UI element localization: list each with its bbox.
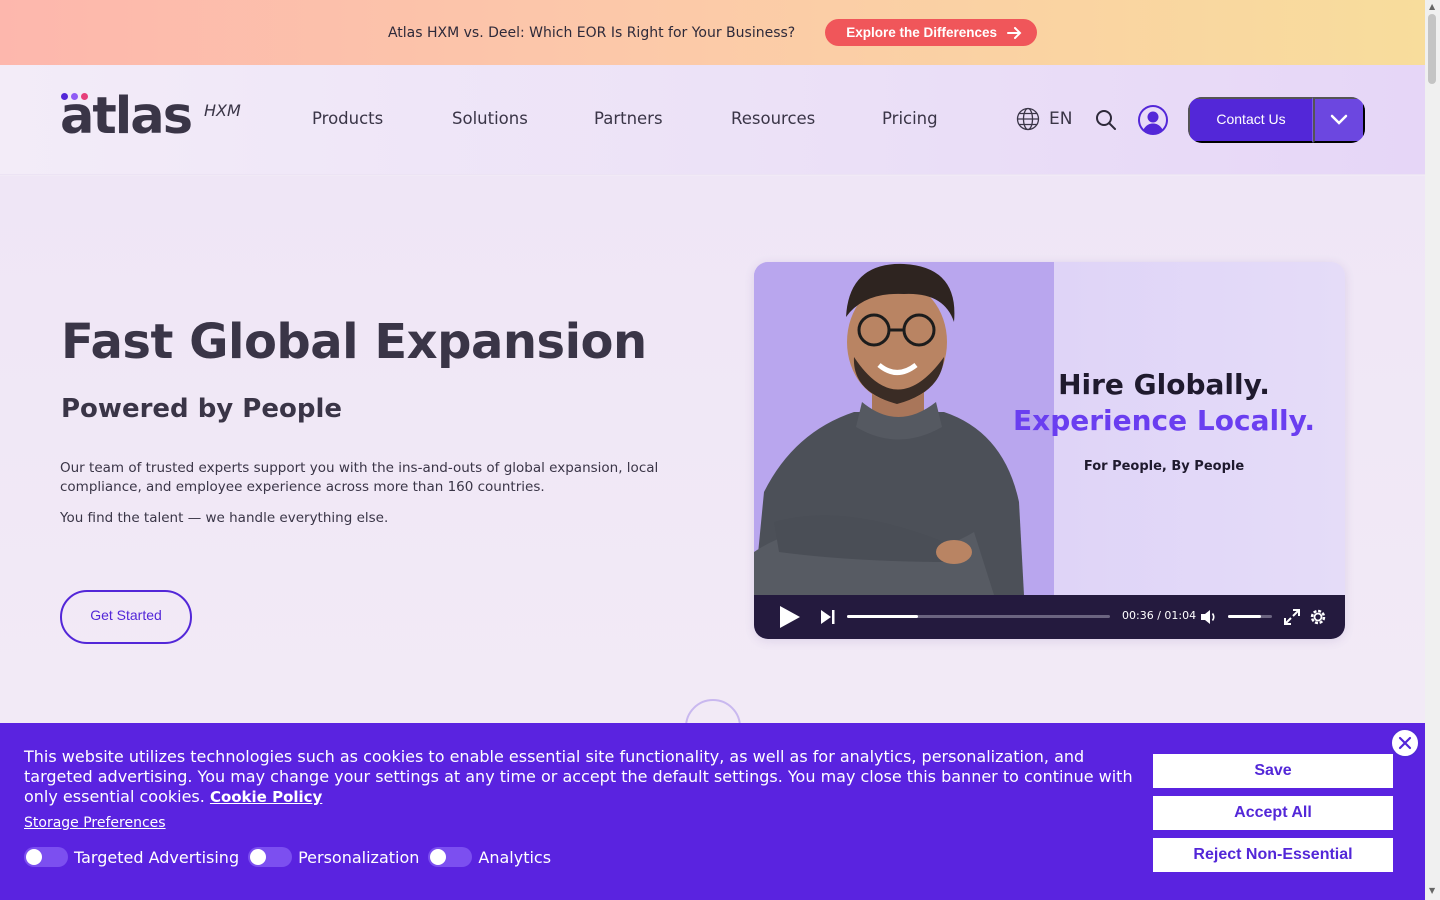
language-code: EN xyxy=(1049,109,1073,129)
video-tagline: For People, By People xyxy=(1083,459,1245,474)
targeted-advertising-toggle[interactable] xyxy=(24,847,68,867)
analytics-label: Analytics xyxy=(478,847,552,867)
announcement-bar: Atlas HXM vs. Deel: Which EOR Is Right f… xyxy=(0,0,1425,65)
site-header: atlas HXM Products Solutions Partners Re… xyxy=(0,65,1425,175)
chevron-down-icon xyxy=(1330,114,1348,125)
logo-wordmark: atlas xyxy=(60,87,193,146)
volume-slider[interactable] xyxy=(1228,615,1272,618)
language-selector[interactable]: EN xyxy=(1016,107,1072,131)
targeted-advertising-label: Targeted Advertising xyxy=(74,847,240,867)
explore-differences-button[interactable]: Explore the Differences xyxy=(825,19,1038,46)
cookie-policy-link[interactable]: Cookie Policy xyxy=(210,788,322,806)
close-banner-button[interactable] xyxy=(1390,728,1420,758)
personalization-label: Personalization xyxy=(298,847,420,867)
scroll-down-arrow-icon[interactable]: ▼ xyxy=(1429,886,1435,895)
hero-subtitle: Powered by People xyxy=(61,394,343,424)
play-icon[interactable] xyxy=(777,605,801,629)
hero-tagline: You find the talent — we handle everythi… xyxy=(60,510,389,526)
cookie-text: This website utilizes technologies such … xyxy=(24,747,1133,806)
page-scrollbar[interactable]: ▲ ▼ xyxy=(1425,0,1440,900)
contact-group: Contact Us xyxy=(1188,97,1365,143)
storage-preferences-link[interactable]: Storage Preferences xyxy=(24,815,166,831)
globe-icon xyxy=(1016,107,1040,131)
nav-solutions[interactable]: Solutions xyxy=(452,109,594,128)
video-time: 00:36 / 01:04 xyxy=(1122,609,1197,622)
account-icon[interactable] xyxy=(1138,105,1168,135)
video-controls: 00:36 / 01:04 xyxy=(754,595,1345,639)
get-started-button[interactable]: Get Started xyxy=(60,590,192,644)
close-icon xyxy=(1398,736,1412,750)
fullscreen-icon[interactable] xyxy=(1284,609,1300,625)
arrow-right-icon xyxy=(1007,26,1022,39)
cookie-banner: This website utilizes technologies such … xyxy=(0,723,1425,900)
main-nav: Products Solutions Partners Resources Pr… xyxy=(312,109,962,128)
analytics-toggle[interactable] xyxy=(428,847,473,867)
video-player[interactable]: Hire Globally. Experience Locally. For P… xyxy=(754,262,1345,639)
volume-icon[interactable] xyxy=(1200,608,1218,626)
settings-gear-icon[interactable] xyxy=(1309,608,1327,626)
search-icon[interactable] xyxy=(1095,109,1117,131)
hero-section: Fast Global Expansion Powered by People … xyxy=(0,176,1425,755)
cookie-toggles: Targeted Advertising Personalization Ana… xyxy=(24,847,560,867)
contact-dropdown-button[interactable] xyxy=(1313,97,1365,143)
scrollbar-thumb[interactable] xyxy=(1428,14,1436,84)
video-progress-fill xyxy=(847,615,918,618)
contact-us-button[interactable]: Contact Us xyxy=(1188,97,1313,143)
personalization-toggle[interactable] xyxy=(248,847,293,867)
atlas-logo[interactable]: atlas HXM xyxy=(60,87,250,146)
logo-suffix: HXM xyxy=(204,101,241,120)
nav-resources[interactable]: Resources xyxy=(731,109,882,128)
cookie-message: This website utilizes technologies such … xyxy=(24,747,1144,807)
save-button[interactable]: Save xyxy=(1153,754,1393,788)
video-headline-2: Experience Locally. xyxy=(1013,404,1315,437)
nav-pricing[interactable]: Pricing xyxy=(882,109,962,128)
nav-partners[interactable]: Partners xyxy=(594,109,731,128)
explore-differences-label: Explore the Differences xyxy=(846,25,998,40)
nav-products[interactable]: Products xyxy=(312,109,452,128)
video-headline-1: Hire Globally. xyxy=(1058,368,1270,401)
scroll-up-arrow-icon[interactable]: ▲ xyxy=(1429,2,1435,11)
reject-non-essential-button[interactable]: Reject Non-Essential xyxy=(1153,838,1393,872)
volume-fill xyxy=(1228,615,1261,618)
hero-paragraph: Our team of trusted experts support you … xyxy=(60,460,659,495)
accept-all-button[interactable]: Accept All xyxy=(1153,796,1393,830)
video-progress-bar[interactable] xyxy=(847,615,1110,618)
skip-next-icon[interactable] xyxy=(820,609,836,625)
announcement-text: Atlas HXM vs. Deel: Which EOR Is Right f… xyxy=(387,24,796,41)
hero-title: Fast Global Expansion xyxy=(61,314,647,370)
